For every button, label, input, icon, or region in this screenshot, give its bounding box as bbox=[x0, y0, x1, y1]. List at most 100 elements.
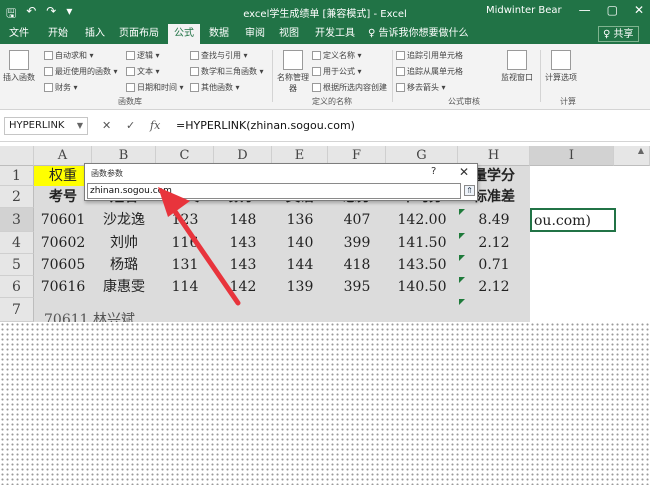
ribbon-separator bbox=[272, 50, 273, 102]
cell-stddev[interactable]: 2.12 bbox=[458, 232, 530, 254]
recent-functions-button[interactable]: 最近使用的函数 ▾ bbox=[44, 66, 118, 78]
cancel-formula-button[interactable]: ✕ bbox=[102, 119, 111, 132]
close-button[interactable]: ✕ bbox=[634, 3, 644, 17]
cell-id[interactable]: 70601 bbox=[34, 208, 92, 232]
enter-formula-button[interactable]: ✓ bbox=[126, 119, 135, 132]
financial-button[interactable]: 财务 ▾ bbox=[44, 82, 78, 94]
cell-id[interactable]: 70602 bbox=[34, 232, 92, 254]
cell-name[interactable]: 刘帅 bbox=[92, 232, 156, 254]
red-arrow-annotation bbox=[158, 187, 241, 306]
cell-id[interactable]: 70616 bbox=[34, 276, 92, 298]
active-cell-i3[interactable]: ou.com) bbox=[530, 208, 616, 232]
cell-total[interactable]: 407 bbox=[328, 208, 386, 232]
fx-icon bbox=[312, 67, 321, 76]
row-header[interactable]: 1 bbox=[0, 166, 34, 186]
cell-total[interactable]: 395 bbox=[328, 276, 386, 298]
math-button[interactable]: 数学和三角函数 ▾ bbox=[190, 66, 264, 78]
name-box[interactable]: HYPERLINK ▼ bbox=[4, 117, 88, 135]
cell-average[interactable]: 141.50 bbox=[386, 232, 458, 254]
book-icon bbox=[44, 83, 53, 92]
cell-average[interactable]: 142.00 bbox=[386, 208, 458, 232]
tab-data[interactable]: 数据 bbox=[204, 24, 234, 44]
select-all-corner[interactable] bbox=[0, 146, 34, 166]
tab-formulas[interactable]: 公式 bbox=[168, 24, 200, 44]
autosum-button[interactable]: 自动求和 ▾ bbox=[44, 50, 94, 62]
function-arguments-dialog[interactable]: 函数参数 ? ✕ zhinan.sogou.com ⇑ bbox=[84, 163, 478, 201]
cell-english[interactable]: 140 bbox=[272, 232, 328, 254]
calc-options-button[interactable]: 计算选项 bbox=[544, 50, 578, 83]
datetime-button[interactable]: 日期和时间 ▾ bbox=[126, 82, 184, 94]
cell-english[interactable]: 144 bbox=[272, 254, 328, 276]
row-header[interactable]: 6 bbox=[0, 276, 34, 298]
tab-insert[interactable]: 插入 bbox=[80, 24, 110, 44]
cell-english[interactable]: 139 bbox=[272, 276, 328, 298]
row-header[interactable]: 4 bbox=[0, 232, 34, 254]
lookup-button[interactable]: 查找与引用 ▾ bbox=[190, 50, 248, 62]
tab-home[interactable]: 开始 bbox=[40, 24, 76, 44]
group-function-library: 函数库 bbox=[118, 97, 142, 106]
cell-total[interactable]: 418 bbox=[328, 254, 386, 276]
user-name[interactable]: Midwinter Bear bbox=[486, 5, 562, 16]
cell-name[interactable]: 杨璐 bbox=[92, 254, 156, 276]
window-controls: — ▢ ✕ bbox=[579, 3, 644, 17]
cell-stddev[interactable]: 8.49 bbox=[458, 208, 530, 232]
cell-total[interactable]: 399 bbox=[328, 232, 386, 254]
cell-stddev[interactable]: 0.71 bbox=[458, 254, 530, 276]
formula-input[interactable]: =HYPERLINK(zhinan.sogou.com) bbox=[176, 119, 355, 132]
insert-function-fx-button[interactable]: fx bbox=[150, 119, 160, 132]
tell-me-search[interactable]: ♀ 告诉我你想要做什么 bbox=[368, 24, 469, 44]
tab-review[interactable]: 审阅 bbox=[240, 24, 270, 44]
arrow-icon bbox=[396, 51, 405, 60]
other-functions-button[interactable]: 其他函数 ▾ bbox=[190, 82, 240, 94]
share-button[interactable]: ♀ 共享 bbox=[598, 26, 639, 42]
error-indicator-icon[interactable] bbox=[459, 277, 465, 283]
cell-average[interactable]: 143.50 bbox=[386, 254, 458, 276]
row-header[interactable]: 5 bbox=[0, 254, 34, 276]
eraser-icon bbox=[396, 83, 405, 92]
create-from-selection-button[interactable]: 根据所选内容创建 bbox=[312, 82, 387, 94]
tab-file[interactable]: 文件 bbox=[4, 24, 34, 44]
chevron-down-icon[interactable]: ▼ bbox=[77, 118, 83, 134]
logical-button[interactable]: 逻辑 ▾ bbox=[126, 50, 160, 62]
tab-view[interactable]: 视图 bbox=[274, 24, 304, 44]
watch-window-button[interactable]: 监视窗口 bbox=[500, 50, 534, 83]
group-calculation: 计算 bbox=[560, 97, 576, 106]
cell-name[interactable]: 沙龙逸 bbox=[92, 208, 156, 232]
row-header[interactable]: 2 bbox=[0, 186, 34, 208]
row-header-selected[interactable]: 3 bbox=[0, 208, 34, 232]
row-header[interactable]: 7 bbox=[0, 298, 34, 322]
ribbon-separator bbox=[392, 50, 393, 102]
tab-developer[interactable]: 开发工具 bbox=[310, 24, 360, 44]
expand-dialog-icon[interactable]: ⇑ bbox=[464, 185, 475, 196]
cell-name[interactable]: 康惠雯 bbox=[92, 276, 156, 298]
define-name-button[interactable]: 定义名称 ▾ bbox=[312, 50, 362, 62]
cell-row7-partial[interactable]: 70611 林兴斌 bbox=[34, 308, 184, 322]
name-manager-button[interactable]: 名称管理器 bbox=[276, 50, 310, 94]
argument-input[interactable]: zhinan.sogou.com bbox=[87, 183, 461, 199]
dialog-title: 函数参数 bbox=[91, 169, 123, 178]
insert-function-button[interactable]: 插入函数 bbox=[2, 50, 36, 83]
arrow-head bbox=[158, 187, 190, 217]
grid-icon bbox=[312, 83, 321, 92]
trace-dependents-button[interactable]: 追踪从属单元格 bbox=[396, 66, 463, 78]
maximize-button[interactable]: ▢ bbox=[607, 3, 618, 17]
error-indicator-icon[interactable] bbox=[459, 255, 465, 261]
tab-page-layout[interactable]: 页面布局 bbox=[114, 24, 164, 44]
column-header-selected[interactable]: I bbox=[530, 146, 614, 166]
cell-id[interactable]: 70605 bbox=[34, 254, 92, 276]
error-indicator-icon[interactable] bbox=[459, 299, 465, 305]
remove-arrows-button[interactable]: 移去箭头 ▾ bbox=[396, 82, 446, 94]
dialog-help-button[interactable]: ? bbox=[431, 166, 436, 177]
trace-precedents-button[interactable]: 追踪引用单元格 bbox=[396, 50, 463, 62]
scroll-up-icon[interactable]: ▲ bbox=[636, 146, 646, 156]
text-button[interactable]: 文本 ▾ bbox=[126, 66, 160, 78]
cell-stddev[interactable]: 2.12 bbox=[458, 276, 530, 298]
use-in-formula-button[interactable]: 用于公式 ▾ bbox=[312, 66, 362, 78]
dotted-background bbox=[0, 322, 650, 485]
minimize-button[interactable]: — bbox=[579, 3, 591, 17]
error-indicator-icon[interactable] bbox=[459, 233, 465, 239]
cell-english[interactable]: 136 bbox=[272, 208, 328, 232]
cell-average[interactable]: 140.50 bbox=[386, 276, 458, 298]
error-indicator-icon[interactable] bbox=[459, 209, 465, 215]
dialog-close-button[interactable]: ✕ bbox=[459, 165, 469, 179]
